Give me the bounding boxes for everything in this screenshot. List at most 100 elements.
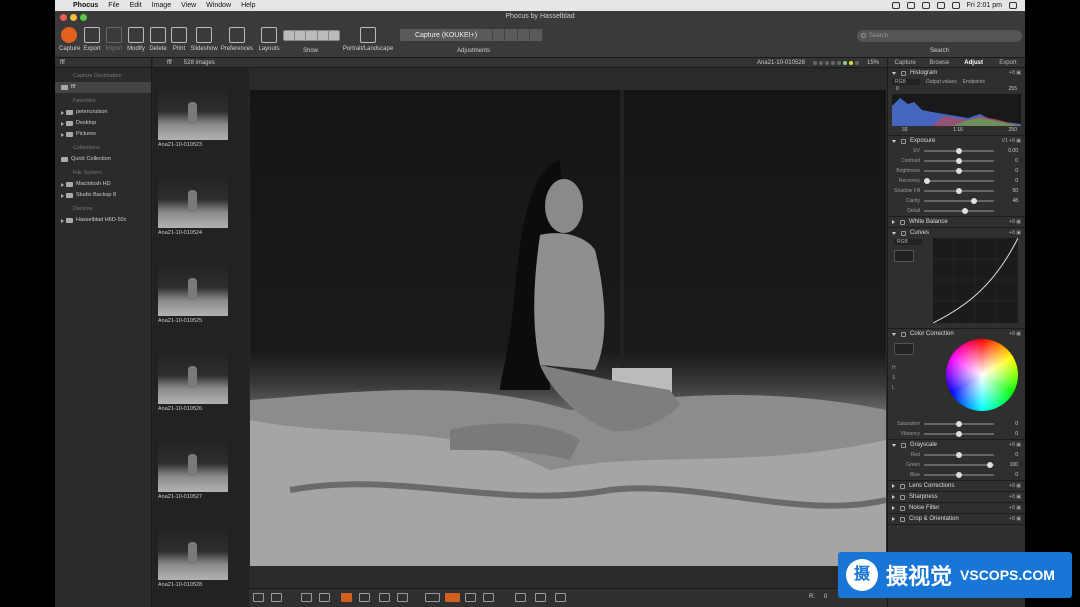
output-values-checkbox[interactable]: Output values [926,79,957,85]
noise-filter-header[interactable]: Noise Filter +8 ▣ [888,503,1025,513]
slider-value[interactable]: 0 [998,431,1018,437]
slider-knob[interactable] [956,430,962,437]
histogram-graph[interactable] [892,94,1021,126]
crop-orientation-header[interactable]: Crop & Orientation +8 ▣ [888,514,1025,524]
close-window-button[interactable] [60,14,67,21]
color-wheel[interactable] [946,339,1018,411]
search-input[interactable]: Search [857,30,1022,42]
thumbnail[interactable]: Ana21-10-010526 [158,352,228,412]
slider-track[interactable] [924,430,994,437]
rating-stars[interactable] [812,60,859,65]
portrait-landscape-button[interactable]: Portrait/Landscape [341,27,395,52]
output-low[interactable]: 33 [902,127,908,133]
grayscale-header[interactable]: Grayscale +8 ▣ [888,440,1025,450]
slider-track[interactable] [924,420,994,427]
slideshow-button[interactable]: Slideshow [190,27,218,52]
slider-value[interactable]: 50 [998,188,1018,194]
fullscreen-icon[interactable] [271,593,282,602]
grid-icon[interactable] [465,593,476,602]
tab-capture[interactable]: Capture [888,58,922,67]
thumbnail[interactable]: Ana21-10-010528 [158,528,228,588]
wifi-icon[interactable] [936,2,945,9]
output-high[interactable]: 250 [1009,127,1017,133]
thumbnail[interactable]: Ana21-10-010524 [158,176,228,236]
delete-button[interactable]: Delete [148,27,168,52]
loupe-icon[interactable] [483,593,494,602]
thumbnail-image[interactable] [158,88,228,140]
slider-knob[interactable] [956,147,962,154]
overexposure-warning-icon[interactable] [445,593,460,602]
menu-image[interactable]: Image [152,2,171,9]
nav-item-volume[interactable]: Macintosh HD [55,179,151,190]
sharpness-header[interactable]: Sharpness +8 ▣ [888,492,1025,502]
histogram-mode-select[interactable]: RGB [892,79,920,85]
status-icon[interactable] [921,2,930,9]
tab-export[interactable]: Export [991,58,1025,67]
curves-eyedropper-button[interactable] [894,250,914,262]
show-segmented-control[interactable] [283,30,340,41]
tab-adjust[interactable]: Adjust [957,58,991,67]
preferences-button[interactable]: Preferences [220,27,254,52]
color-correction-header[interactable]: Color Correction +8 ▣ [888,329,1025,339]
slider-value[interactable]: 0 [998,168,1018,174]
zoom-window-button[interactable] [80,14,87,21]
eyedropper-icon[interactable] [341,593,352,602]
slider-knob[interactable] [956,451,962,458]
curves-graph[interactable] [932,237,1019,324]
thumbnail-image[interactable] [158,440,228,492]
menu-help[interactable]: Help [241,2,255,9]
nav-item-device[interactable]: Hasselblad H6D-50c [55,215,151,226]
histogram-header[interactable]: Histogram +8 ▣ [888,68,1025,78]
slider-knob[interactable] [956,157,962,164]
gamma-mid[interactable]: 1.16 [953,127,963,133]
exposure-header[interactable]: Exposure V1 +8 ▣ [888,136,1025,146]
slider-value[interactable]: 0 [998,452,1018,458]
nav-item-favorite[interactable]: Desktop [55,118,151,129]
thumbnail[interactable]: Ana21-10-010523 [158,88,228,148]
slider-knob[interactable] [956,167,962,174]
list-icon[interactable] [397,593,408,602]
previous-image-icon[interactable] [515,593,526,602]
curves-mode-select[interactable]: RGB [894,239,922,245]
slider-track[interactable] [924,187,994,194]
export-button[interactable]: Export [82,27,102,52]
print-button[interactable]: Print [169,27,189,52]
folder-path[interactable]: fff [55,58,151,68]
slider-knob[interactable] [962,207,969,214]
nav-item-favorite[interactable]: Pictures [55,129,151,140]
status-icon[interactable] [891,2,900,9]
battery-icon[interactable] [951,2,960,9]
slider-track[interactable] [924,147,994,154]
slider-value[interactable]: 0.00 [998,148,1018,154]
nav-item-quick-collection[interactable]: Quick Collection [55,154,151,165]
menu-view[interactable]: View [181,2,196,9]
thumbnail-image[interactable] [158,264,228,316]
slider-track[interactable] [924,207,994,214]
slider-value[interactable]: 0 [998,178,1018,184]
exposure-version-select[interactable]: V1 [1002,138,1008,144]
slider-value[interactable]: 0 [998,472,1018,478]
color-eyedropper-button[interactable] [894,343,914,355]
thumbnail[interactable]: Ana21-10-010525 [158,264,228,324]
browser-folder[interactable]: fff [167,60,172,66]
slider-track[interactable] [924,157,994,164]
input-low[interactable]: 0 [896,86,899,92]
slider-track[interactable] [924,177,994,184]
import-button[interactable]: Import [104,27,124,52]
straighten-icon[interactable] [319,593,330,602]
menu-file[interactable]: File [108,2,119,9]
capture-select[interactable]: Capture (KOUKEI+) [400,29,543,41]
slider-knob[interactable] [956,187,962,194]
slider-knob[interactable] [986,461,993,468]
main-photo[interactable] [250,90,886,566]
nav-item-volume[interactable]: Studio Backup 8 [55,190,151,201]
slider-value[interactable]: 0 [998,158,1018,164]
slider-track[interactable] [924,461,994,468]
menu-edit[interactable]: Edit [130,2,142,9]
crop-icon[interactable] [301,593,312,602]
menu-clock[interactable]: Fri 2:01 pm [967,2,1002,9]
rotate-icon[interactable] [555,593,566,602]
endpoints-checkbox[interactable]: Endpoints [963,79,985,85]
slider-value[interactable]: 48 [998,198,1018,204]
input-high[interactable]: 255 [1009,86,1017,92]
